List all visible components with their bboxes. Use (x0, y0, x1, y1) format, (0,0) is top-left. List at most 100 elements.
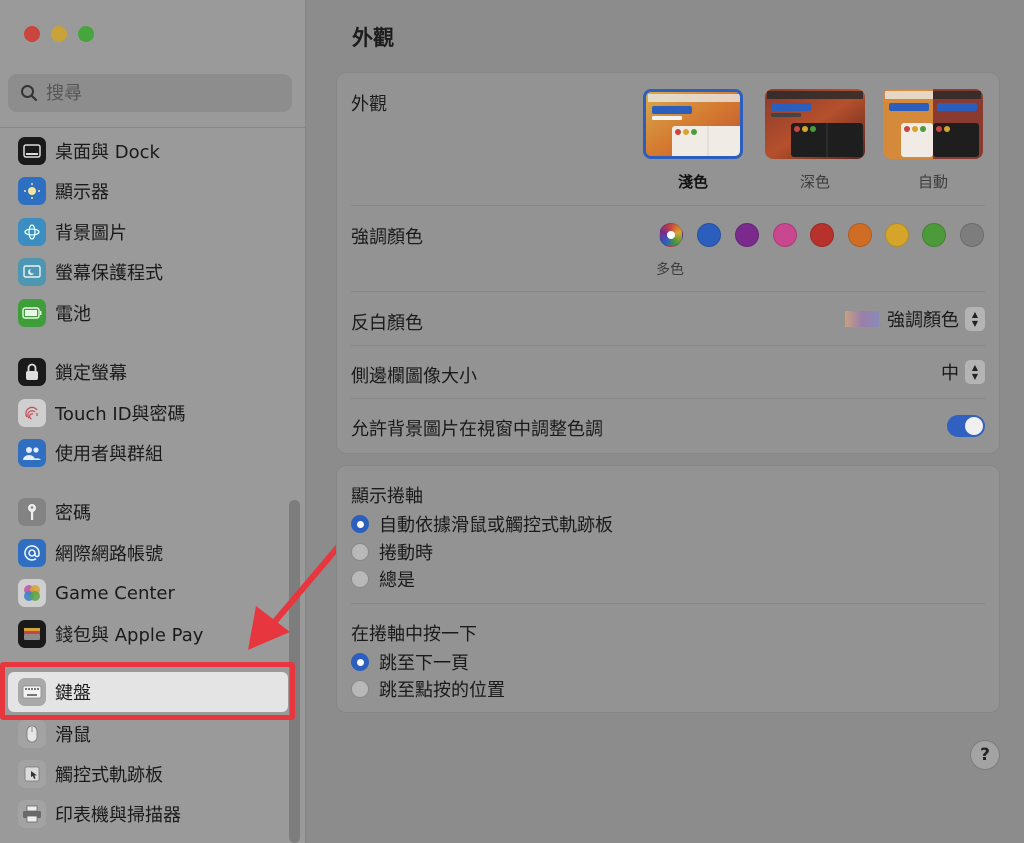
radio-scroll-always[interactable]: 總是 (351, 566, 415, 592)
sidebar-icon-size-popup[interactable]: 中 ▲ ▼ (941, 359, 985, 385)
sidebar-item-desktop-dock[interactable]: 桌面與 Dock (18, 135, 160, 167)
wallet-icon (18, 620, 46, 648)
sidebar-item-label: 使用者與群組 (55, 444, 163, 465)
stepper-icon: ▲ ▼ (965, 307, 985, 331)
sidebar-item-lock-screen[interactable]: 鎖定螢幕 (18, 356, 127, 388)
sidebar-item-label: 顯示器 (55, 182, 109, 203)
accent-blue-swatch[interactable] (697, 223, 721, 247)
annotation-highlight-box (0, 662, 295, 720)
wallpaper-tint-label: 允許背景圖片在視窗中調整色調 (351, 419, 603, 440)
sidebar-item-wallpaper[interactable]: 背景圖片 (18, 216, 127, 248)
theme-auto-thumbnail[interactable] (883, 89, 983, 159)
sidebar-item-displays[interactable]: 顯示器 (18, 175, 109, 207)
search-input[interactable] (44, 81, 268, 105)
radio-button[interactable] (351, 570, 369, 588)
sidebar-item-label: 鎖定螢幕 (55, 363, 127, 384)
at-icon (18, 539, 46, 567)
row-divider (351, 205, 985, 206)
theme-light-thumbnail[interactable] (643, 89, 743, 159)
sidebar-item-trackpad[interactable]: 觸控式軌跡板 (18, 758, 163, 790)
radio-jump-next-page[interactable]: 跳至下一頁 (351, 649, 469, 675)
scrollbars-label: 顯示捲軸 (351, 486, 423, 507)
help-button[interactable]: ? (970, 740, 1000, 770)
radio-scroll-auto[interactable]: 自動依據滑鼠或觸控式軌跡板 (351, 511, 613, 537)
stepper-icon: ▲ ▼ (965, 360, 985, 384)
highlight-color-popup[interactable]: 強調顏色 ▲ ▼ (845, 306, 985, 332)
radio-jump-clicked-spot[interactable]: 跳至點按的位置 (351, 676, 505, 702)
lock-icon (18, 358, 46, 386)
accent-green-swatch[interactable] (922, 223, 946, 247)
radio-button[interactable] (351, 515, 369, 533)
main-pane: 外觀 外觀 淺色 深色 自動 強調顏色 多色 反白顏色 強調顏色 ▲ ▼ 側邊欄… (306, 0, 1024, 843)
page-title: 外觀 (352, 26, 394, 50)
radio-button[interactable] (351, 543, 369, 561)
wallpaper-icon (18, 218, 46, 246)
sidebar-item-game-center[interactable]: Game Center (18, 577, 175, 609)
row-divider (351, 291, 985, 292)
dock-icon (18, 137, 46, 165)
accent-red-swatch[interactable] (810, 223, 834, 247)
fingerprint-icon (18, 399, 46, 427)
sidebar-item-label: Game Center (55, 582, 175, 604)
radio-label: 跳至點按的位置 (379, 680, 505, 701)
radio-label: 捲動時 (379, 543, 433, 564)
highlight-color-value: 強調顏色 (887, 310, 959, 331)
highlight-color-label: 反白顏色 (351, 313, 423, 334)
radio-scroll-when-scrolling[interactable]: 捲動時 (351, 539, 433, 565)
radio-button[interactable] (351, 653, 369, 671)
window-controls (24, 26, 94, 42)
game-center-icon (18, 579, 46, 607)
close-button[interactable] (24, 26, 40, 42)
sidebar-item-battery[interactable]: 電池 (18, 297, 91, 329)
minimize-button[interactable] (51, 26, 67, 42)
click-scrollbar-label: 在捲軸中按一下 (351, 624, 477, 645)
radio-button[interactable] (351, 680, 369, 698)
sidebar-item-label: 螢幕保護程式 (55, 263, 163, 284)
accent-color-label: 強調顏色 (351, 227, 423, 248)
zoom-button[interactable] (78, 26, 94, 42)
accent-graphite-swatch[interactable] (960, 223, 984, 247)
sidebar-item-passwords[interactable]: 密碼 (18, 496, 91, 528)
sidebar-icon-size-value: 中 (941, 363, 959, 384)
accent-orange-swatch[interactable] (848, 223, 872, 247)
radio-label: 跳至下一頁 (379, 653, 469, 674)
accent-yellow-swatch[interactable] (885, 223, 909, 247)
sidebar-item-screensaver[interactable]: 螢幕保護程式 (18, 256, 163, 288)
key-icon (18, 498, 46, 526)
screensaver-icon (18, 258, 46, 286)
search-icon (21, 85, 38, 102)
wallpaper-tint-toggle[interactable] (947, 415, 985, 437)
accent-multicolor-swatch[interactable] (659, 223, 683, 247)
sidebar-item-touch-id[interactable]: Touch ID與密碼 (18, 397, 186, 429)
radio-label: 自動依據滑鼠或觸控式軌跡板 (379, 515, 613, 536)
theme-dark-thumbnail[interactable] (765, 89, 865, 159)
mouse-icon (18, 720, 46, 748)
sidebar-item-label: 網際網路帳號 (55, 544, 163, 565)
theme-auto-label: 自動 (917, 173, 948, 191)
search-field[interactable] (8, 74, 292, 112)
highlight-color-preview (845, 311, 879, 327)
sidebar-divider (0, 127, 305, 128)
sidebar-item-label: 桌面與 Dock (55, 142, 160, 163)
users-icon (18, 439, 46, 467)
trackpad-icon (18, 760, 46, 788)
sidebar-item-label: 印表機與掃描器 (55, 805, 181, 826)
accent-purple-swatch[interactable] (735, 223, 759, 247)
row-divider (351, 603, 985, 604)
display-icon (18, 177, 46, 205)
theme-light-label: 淺色 (677, 173, 708, 191)
appearance-label: 外觀 (351, 94, 387, 115)
sidebar-item-label: 電池 (55, 304, 91, 325)
sidebar-item-wallet[interactable]: 錢包與 Apple Pay (18, 618, 203, 650)
sidebar-item-users-groups[interactable]: 使用者與群組 (18, 437, 163, 469)
theme-dark-label: 深色 (799, 173, 830, 191)
sidebar-item-label: 錢包與 Apple Pay (55, 625, 204, 646)
sidebar-icon-size-label: 側邊欄圖像大小 (351, 366, 477, 387)
accent-selected-label: 多色 (656, 262, 684, 278)
sidebar-item-printers[interactable]: 印表機與掃描器 (18, 798, 181, 830)
sidebar-item-internet-accounts[interactable]: 網際網路帳號 (18, 537, 163, 569)
row-divider (351, 398, 985, 399)
accent-pink-swatch[interactable] (773, 223, 797, 247)
sidebar-item-label: Touch ID與密碼 (55, 404, 186, 425)
sidebar-item-mouse[interactable]: 滑鼠 (18, 718, 91, 750)
